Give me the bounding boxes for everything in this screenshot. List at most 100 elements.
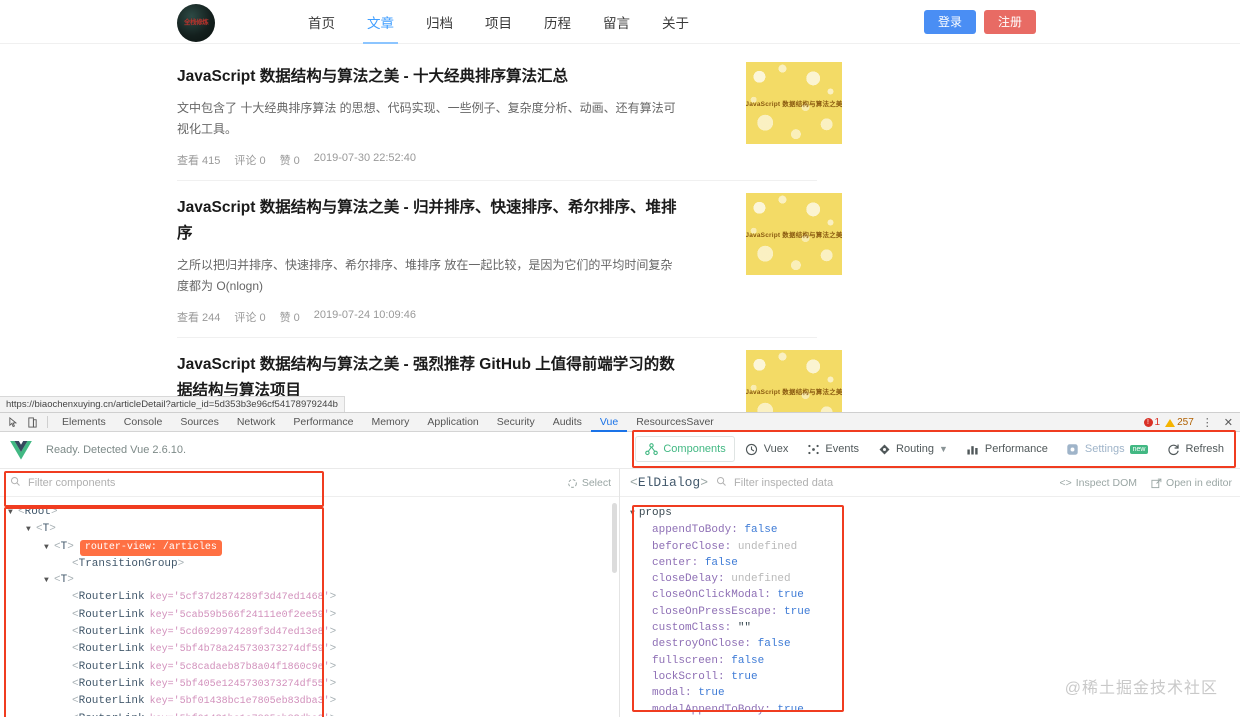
tree-node[interactable]: <RouterLink key='5bf01438bc1e7805eb83dba3… bbox=[8, 693, 619, 710]
tree-node[interactable]: ▼ <Root> bbox=[8, 504, 619, 521]
expand-caret-icon[interactable]: ▼ bbox=[8, 505, 18, 521]
tree-node-tag: <RouterLink bbox=[72, 626, 145, 639]
nav-item-4[interactable]: 历程 bbox=[528, 0, 587, 44]
tree-node[interactable]: <RouterLink key='5cd6929974289f3d47ed13e8… bbox=[8, 624, 619, 641]
nav-item-1[interactable]: 文章 bbox=[351, 0, 410, 44]
devtools-tab-audits[interactable]: Audits bbox=[544, 413, 591, 432]
devtools-tab-elements[interactable]: Elements bbox=[53, 413, 115, 432]
tree-node[interactable]: <RouterLink key='5bf4b78a245730373274df59… bbox=[8, 641, 619, 658]
nav-item-3[interactable]: 项目 bbox=[469, 0, 528, 44]
devtools-tab-console[interactable]: Console bbox=[115, 413, 172, 432]
devtools-menu-icon[interactable]: ⋮ bbox=[1199, 416, 1216, 429]
props-header[interactable]: ▼ props bbox=[630, 505, 1240, 522]
tree-node-key: key='5cab59b566f24111e0f2ee59' bbox=[149, 609, 330, 621]
tree-node[interactable]: ▼ <T> bbox=[8, 521, 619, 538]
refresh-icon bbox=[1166, 442, 1180, 456]
vue-logo-icon bbox=[10, 440, 32, 460]
tree-node[interactable]: <TransitionGroup> bbox=[8, 556, 619, 572]
devtools-tab-performance[interactable]: Performance bbox=[284, 413, 362, 432]
devtools-panel: Elements Console Sources Network Performance… bbox=[0, 412, 1240, 717]
select-component-button[interactable]: Select bbox=[567, 477, 611, 489]
prop-name: customClass: bbox=[652, 622, 738, 635]
tree-node[interactable]: <RouterLink key='5bf405e1245730373274df55… bbox=[8, 676, 619, 693]
prop-row[interactable]: closeOnClickModal: true bbox=[652, 587, 1240, 603]
vue-tool-settings-button[interactable]: Settings new bbox=[1058, 437, 1157, 461]
prop-name: center: bbox=[652, 556, 705, 569]
thumbnail-pattern bbox=[746, 350, 842, 412]
prop-row[interactable]: modalAppendToBody: true bbox=[652, 702, 1240, 716]
expand-caret-icon[interactable]: ▼ bbox=[44, 573, 54, 589]
screenshot-root: 全栈修炼 首页 文章 归档 项目 历程 留言 关于 登录 注册 JavaScript 数据结… bbox=[0, 0, 1240, 717]
tree-node[interactable]: <RouterLink key='5bf01431bc1e7805eb83dba2… bbox=[8, 711, 619, 716]
login-button[interactable]: 登录 bbox=[923, 10, 976, 34]
tree-node-close-bracket: > bbox=[329, 677, 337, 690]
article-thumbnail[interactable]: JavaScript 数据结构与算法之美 bbox=[746, 193, 842, 275]
filter-inspected-data-input[interactable] bbox=[734, 476, 995, 489]
tree-node-key: key='5bf01438bc1e7805eb83dba3' bbox=[149, 696, 330, 708]
vue-tool-label: Components bbox=[663, 443, 726, 455]
prop-row[interactable]: appendToBody: false bbox=[652, 522, 1240, 538]
prop-row[interactable]: closeDelay: undefined bbox=[652, 571, 1240, 587]
tree-node-key: key='5cf37d2874289f3d47ed1468' bbox=[149, 592, 330, 604]
prop-row[interactable]: fullscreen: false bbox=[652, 653, 1240, 669]
vue-tool-refresh-button[interactable]: Refresh bbox=[1158, 437, 1232, 461]
vue-tool-performance-button[interactable]: Performance bbox=[958, 437, 1056, 461]
prop-row[interactable]: destroyOnClose: false bbox=[652, 636, 1240, 652]
device-toolbar-icon[interactable] bbox=[23, 414, 42, 431]
article-thumbnail[interactable]: JavaScript 数据结构与算法之美 bbox=[746, 62, 842, 144]
site-logo[interactable]: 全栈修炼 bbox=[177, 4, 215, 42]
open-in-editor-button[interactable]: Open in editor bbox=[1151, 477, 1232, 489]
devtools-tab-memory[interactable]: Memory bbox=[362, 413, 418, 432]
devtools-tab-security[interactable]: Security bbox=[488, 413, 544, 432]
prop-row[interactable]: closeOnPressEscape: true bbox=[652, 604, 1240, 620]
props-expand-caret[interactable]: ▼ bbox=[630, 509, 635, 518]
prop-row[interactable]: center: false bbox=[652, 555, 1240, 571]
article-item[interactable]: JavaScript 数据结构与算法之美 - 归并排序、快速排序、希尔排序、堆排… bbox=[177, 181, 842, 338]
tree-node[interactable]: <RouterLink key='5c8cadaeb87b8a04f1860c9e… bbox=[8, 659, 619, 676]
devtools-close-icon[interactable]: ✕ bbox=[1221, 416, 1236, 429]
nav-item-6[interactable]: 关于 bbox=[646, 0, 705, 44]
component-tree: ▼ <Root> ▼ <T> ▼ <T> router-view: /articles <Tr… bbox=[0, 497, 619, 716]
inspect-element-icon[interactable] bbox=[4, 414, 23, 431]
tree-node-tag: <RouterLink bbox=[72, 711, 145, 716]
inspect-dom-label: Inspect DOM bbox=[1075, 477, 1138, 489]
select-label: Select bbox=[581, 477, 611, 489]
warning-count-badge[interactable]: 257 bbox=[1165, 417, 1194, 428]
devtools-tab-resourcessaver[interactable]: ResourcesSaver bbox=[627, 413, 723, 432]
expand-caret-icon[interactable]: ▼ bbox=[26, 522, 36, 538]
article-title[interactable]: JavaScript 数据结构与算法之美 - 归并排序、快速排序、希尔排序、堆排… bbox=[177, 195, 677, 247]
tree-scrollbar[interactable] bbox=[612, 503, 617, 573]
tree-node-key: key='5cd6929974289f3d47ed13e8' bbox=[149, 627, 330, 639]
error-count-badge[interactable]: ! 1 bbox=[1143, 417, 1160, 428]
selected-component-breadcrumb[interactable]: <ElDialog> bbox=[630, 475, 708, 490]
devtools-tab-network[interactable]: Network bbox=[228, 413, 285, 432]
prop-row[interactable]: customClass: "" bbox=[652, 620, 1240, 636]
code-brackets-icon: <> bbox=[1059, 477, 1072, 489]
devtools-tab-application[interactable]: Application bbox=[418, 413, 487, 432]
vue-tool-events-button[interactable]: Events bbox=[798, 437, 867, 461]
inspect-dom-button[interactable]: <> Inspect DOM bbox=[1059, 477, 1137, 489]
expand-caret-icon[interactable]: ▼ bbox=[44, 540, 54, 556]
vue-tool-components-button[interactable]: Components bbox=[635, 436, 735, 462]
register-button[interactable]: 注册 bbox=[983, 10, 1036, 34]
nav-item-0[interactable]: 首页 bbox=[292, 0, 351, 44]
nav-item-2[interactable]: 归档 bbox=[410, 0, 469, 44]
vue-tool-routing-button[interactable]: Routing ▼ bbox=[869, 437, 956, 461]
devtools-tab-vue[interactable]: Vue bbox=[590, 413, 628, 432]
article-thumbnail[interactable]: JavaScript 数据结构与算法之美 bbox=[746, 350, 842, 412]
prop-row[interactable]: beforeClose: undefined bbox=[652, 539, 1240, 555]
chevron-down-icon[interactable]: ▼ bbox=[939, 444, 948, 454]
tree-node[interactable]: ▼ <T> bbox=[8, 572, 619, 589]
nav-item-5[interactable]: 留言 bbox=[587, 0, 646, 44]
tree-node[interactable]: <RouterLink key='5cf37d2874289f3d47ed1468… bbox=[8, 589, 619, 606]
article-title[interactable]: JavaScript 数据结构与算法之美 - 十大经典排序算法汇总 bbox=[177, 64, 677, 90]
vue-status-bar: Ready. Detected Vue 2.6.10. Components Vu… bbox=[0, 432, 1240, 469]
tree-node[interactable]: <RouterLink key='5cab59b566f24111e0f2ee59… bbox=[8, 607, 619, 624]
vue-tool-vuex-button[interactable]: Vuex bbox=[737, 437, 797, 461]
filter-components-input[interactable] bbox=[28, 476, 288, 489]
article-item[interactable]: JavaScript 数据结构与算法之美 - 十大经典排序算法汇总 文中包含了 十… bbox=[177, 50, 842, 181]
devtools-tab-sources[interactable]: Sources bbox=[171, 413, 228, 432]
tree-node[interactable]: ▼ <T> router-view: /articles bbox=[8, 539, 619, 556]
tree-node-tag: <RouterLink bbox=[72, 695, 145, 708]
vue-tool-label: Settings bbox=[1084, 443, 1125, 455]
